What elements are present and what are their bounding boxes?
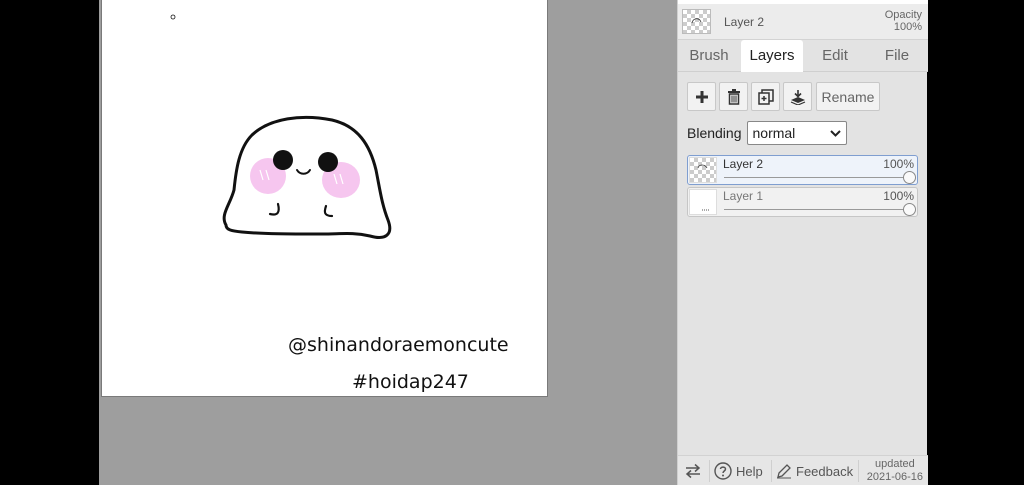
watermark-tag: #hoidap247 xyxy=(352,371,469,393)
opacity-value: 100% xyxy=(893,21,922,33)
current-layer-opacity[interactable]: Opacity 100% xyxy=(885,9,922,33)
left-eye xyxy=(273,150,293,170)
thumbnail-mini-drawing xyxy=(691,18,702,24)
tab-file[interactable]: File xyxy=(872,40,922,72)
layer-2-opacity: 100% xyxy=(883,157,914,171)
rename-layer-button[interactable]: Rename xyxy=(816,82,880,111)
drawing-canvas[interactable]: @shinandoraemoncute #hoidap247 xyxy=(101,0,548,397)
workspace: @shinandoraemoncute #hoidap247 xyxy=(99,0,677,485)
layer-1-opacity-track[interactable] xyxy=(724,209,913,210)
layer-2-name: Layer 2 xyxy=(723,157,764,171)
watermark-handle: @shinandoraemoncute xyxy=(288,334,509,356)
panel-footer: Help Feedback updated 2021-06-16 xyxy=(678,455,928,485)
help-icon xyxy=(714,462,732,480)
blending-label: Blending xyxy=(687,124,742,141)
plus-icon xyxy=(695,90,708,103)
merge-down-icon xyxy=(790,89,805,105)
ghost-body xyxy=(222,115,392,239)
current-layer-header: Layer 2 Opacity 100% xyxy=(678,0,928,40)
layer-2-opacity-track[interactable] xyxy=(724,177,913,178)
layer-row-layer-1[interactable]: Layer 1 100% xyxy=(687,187,918,217)
header-top-strip xyxy=(678,0,928,4)
duplicate-icon xyxy=(757,88,774,105)
layer-2-opacity-knob[interactable] xyxy=(903,171,916,184)
current-layer-thumbnail[interactable] xyxy=(682,9,711,34)
add-layer-button[interactable] xyxy=(687,82,716,111)
swap-arrows-icon xyxy=(685,463,701,479)
layer-2-thumbnail xyxy=(689,157,717,183)
layer-1-opacity: 100% xyxy=(883,189,914,203)
panel-tabs: Brush Layers Edit File xyxy=(678,40,928,72)
trash-icon xyxy=(727,88,740,105)
blending-selected-value: normal xyxy=(752,124,796,141)
layer-2-thumb-drawing xyxy=(697,164,708,169)
opacity-label: Opacity xyxy=(884,9,922,21)
updated-date: 2021-06-16 xyxy=(866,471,923,483)
blending-row: Blending normal xyxy=(687,120,847,145)
layer-1-name: Layer 1 xyxy=(723,189,764,203)
duplicate-layer-button[interactable] xyxy=(751,82,780,111)
footer-divider xyxy=(771,460,772,482)
swap-panel-button[interactable] xyxy=(684,456,702,485)
footer-divider xyxy=(858,460,859,482)
paint-app: @shinandoraemoncute #hoidap247 Layer 2 O… xyxy=(0,0,1024,485)
help-label: Help xyxy=(736,463,763,479)
tab-layers[interactable]: Layers xyxy=(741,40,803,72)
current-layer-name: Layer 2 xyxy=(724,15,765,29)
pencil-icon xyxy=(777,464,791,479)
chevron-down-icon xyxy=(829,129,841,137)
tab-edit[interactable]: Edit xyxy=(810,40,860,72)
layer-1-thumb-drawing xyxy=(702,209,710,211)
footer-divider xyxy=(709,460,710,482)
right-eye xyxy=(318,152,338,172)
small-dot xyxy=(170,14,176,20)
help-button[interactable]: Help xyxy=(714,456,763,485)
feedback-button[interactable]: Feedback xyxy=(776,456,853,485)
updated-info[interactable]: updated 2021-06-16 xyxy=(867,458,923,484)
side-panel: Layer 2 Opacity 100% Brush Layers Edit F… xyxy=(677,0,928,485)
tab-brush[interactable]: Brush xyxy=(684,40,734,72)
blending-select[interactable]: normal xyxy=(746,120,847,145)
delete-layer-button[interactable] xyxy=(719,82,748,111)
merge-down-button[interactable] xyxy=(783,82,812,111)
layer-1-thumbnail xyxy=(689,189,717,215)
layer-1-opacity-knob[interactable] xyxy=(903,203,916,216)
feedback-label: Feedback xyxy=(796,463,854,479)
layer-row-layer-2[interactable]: Layer 2 100% xyxy=(687,155,918,185)
updated-label: updated xyxy=(874,458,915,470)
